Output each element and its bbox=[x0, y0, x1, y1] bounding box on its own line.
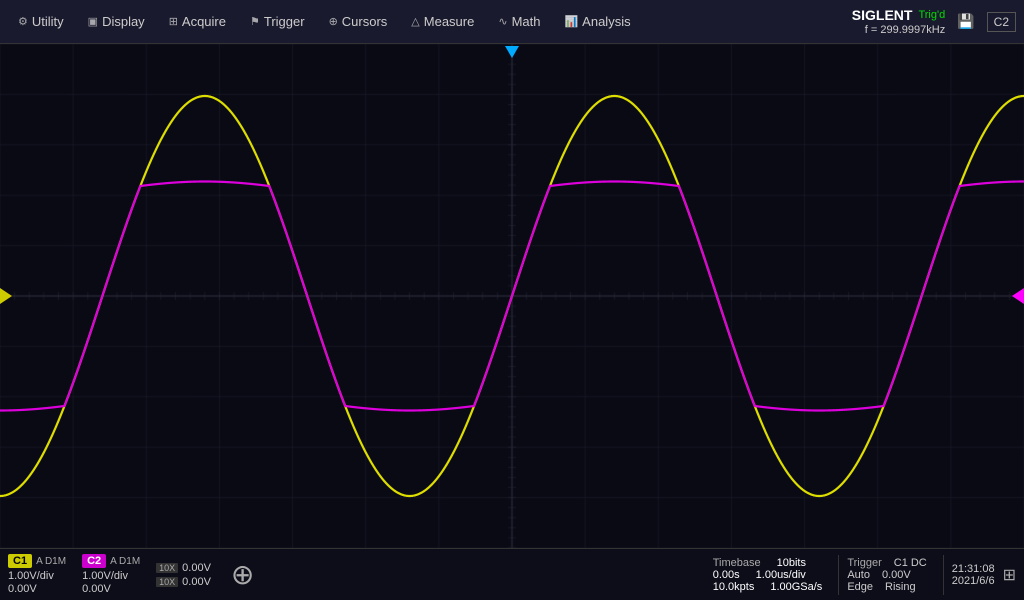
trigger-type: Edge bbox=[847, 581, 873, 593]
ch2-info: C2 A D1M 1.00V/div 0.00V bbox=[82, 554, 140, 595]
timebase-usdiv: 1.00us/div bbox=[756, 569, 806, 581]
ch2-badge[interactable]: C2 bbox=[82, 554, 106, 568]
menu-utility[interactable]: ⚙ Utility bbox=[8, 10, 74, 33]
time-display: 21:31:08 bbox=[952, 563, 995, 575]
crosshair-icon: ⊕ bbox=[231, 561, 254, 589]
siglent-info: SIGLENT Trig'd f = 299.9997kHz bbox=[852, 7, 945, 36]
sd-card-icon: 💾 bbox=[957, 13, 974, 30]
timebase-label: Timebase bbox=[713, 557, 761, 569]
trigger-status: Trig'd bbox=[918, 9, 945, 21]
ch2-vdiv: 1.00V/div bbox=[82, 570, 128, 582]
trigger-channel: C1 DC bbox=[894, 557, 927, 569]
scope-display bbox=[0, 44, 1024, 548]
ch2-probe: 10X bbox=[156, 577, 178, 587]
ch1-mode: A D1M bbox=[36, 556, 66, 567]
analysis-icon: 📊 bbox=[564, 15, 578, 28]
cursors-icon: ⊕ bbox=[329, 15, 338, 28]
math-icon: ∿ bbox=[498, 15, 507, 28]
utility-icon: ⚙ bbox=[18, 15, 28, 28]
waveform-display bbox=[0, 44, 1024, 548]
ch1-vdiv: 1.00V/div bbox=[8, 570, 54, 582]
timebase-time: 0.00s bbox=[713, 569, 740, 581]
ch1-info: C1 A D1M 1.00V/div 0.00V bbox=[8, 554, 66, 595]
ch1-probe: 10X bbox=[156, 563, 178, 573]
datetime-section: 21:31:08 2021/6/6 bbox=[952, 563, 995, 587]
ch2-mode: A D1M bbox=[110, 556, 140, 567]
timebase-bits: 10bits bbox=[777, 557, 806, 569]
menu-analysis[interactable]: 📊 Analysis bbox=[554, 10, 640, 33]
measure-icon: △ bbox=[411, 15, 419, 28]
separator-2 bbox=[943, 555, 944, 595]
ch1-probe-offset: 0.00V bbox=[182, 562, 211, 574]
menu-measure[interactable]: △ Measure bbox=[401, 10, 484, 33]
ch2-probe-offset: 0.00V bbox=[182, 576, 211, 588]
brand-name: SIGLENT bbox=[852, 7, 913, 23]
menu-cursors[interactable]: ⊕ Cursors bbox=[319, 10, 398, 33]
trigger-mode: Auto bbox=[847, 569, 870, 581]
timebase-kpts: 10.0kpts bbox=[713, 581, 755, 593]
ch1-offset: 0.00V bbox=[8, 583, 54, 595]
timebase-gsa: 1.00GSa/s bbox=[770, 581, 822, 593]
menu-math[interactable]: ∿ Math bbox=[488, 10, 550, 33]
trigger-label: Trigger bbox=[847, 557, 881, 569]
ch1-badge[interactable]: C1 bbox=[8, 554, 32, 568]
display-icon: ▣ bbox=[88, 15, 98, 28]
ch2-waveform bbox=[0, 182, 1024, 411]
menu-trigger[interactable]: ⚑ Trigger bbox=[240, 10, 315, 33]
menu-display[interactable]: ▣ Display bbox=[78, 10, 155, 33]
acquire-icon: ⊞ bbox=[169, 15, 178, 28]
grid-settings-icon[interactable]: ⊞ bbox=[1003, 565, 1016, 585]
channel-indicator: C2 bbox=[987, 12, 1016, 32]
menu-acquire[interactable]: ⊞ Acquire bbox=[159, 10, 236, 33]
frequency-display: f = 299.9997kHz bbox=[865, 24, 945, 36]
probe-info: 10X 0.00V 10X 0.00V bbox=[156, 562, 211, 588]
menu-bar: ⚙ Utility ▣ Display ⊞ Acquire ⚑ Trigger … bbox=[0, 0, 1024, 44]
trigger-voltage: 0.00V bbox=[882, 569, 911, 581]
separator-1 bbox=[838, 555, 839, 595]
date-display: 2021/6/6 bbox=[952, 575, 995, 587]
trigger-section: Trigger C1 DC Auto 0.00V Edge Rising bbox=[847, 557, 926, 593]
trigger-icon: ⚑ bbox=[250, 15, 260, 28]
ch2-offset: 0.00V bbox=[82, 583, 128, 595]
timebase-section: Timebase 10bits 0.00s 1.00us/div 10.0kpt… bbox=[713, 557, 823, 593]
trigger-slope: Rising bbox=[885, 581, 916, 593]
status-bar: C1 A D1M 1.00V/div 0.00V C2 A D1M 1.00V/… bbox=[0, 548, 1024, 600]
